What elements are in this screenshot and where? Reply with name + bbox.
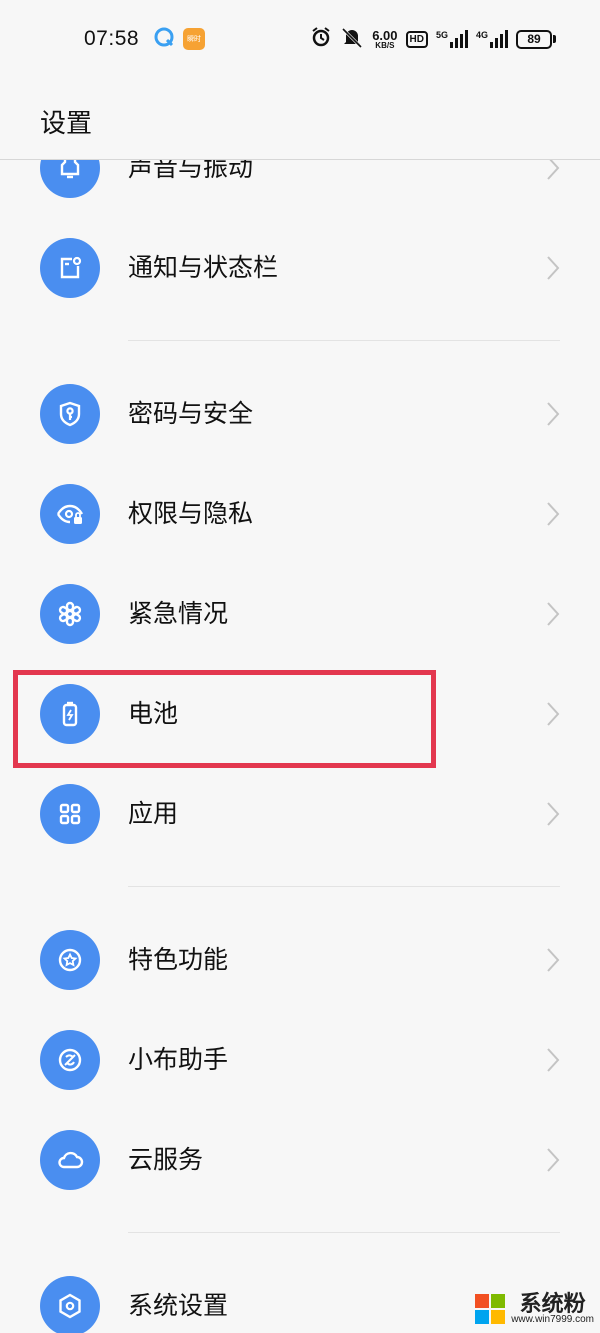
settings-item-label: 权限与隐私 [128, 499, 254, 528]
chevron-right-icon [547, 602, 560, 626]
settings-list: 声音与振动 通知与状态栏 密码与安全 权限与隐私 紧急情况 电池 应用 特色功能… [0, 0, 600, 1333]
settings-item-label: 电池 [128, 699, 179, 728]
settings-item-apps[interactable]: 应用 [0, 764, 600, 864]
page-title: 设置 [40, 109, 93, 139]
settings-item-features[interactable]: 特色功能 [0, 910, 600, 1010]
chevron-right-icon [547, 802, 560, 826]
settings-item-label: 应用 [128, 799, 179, 828]
settings-item-label: 通知与状态栏 [128, 253, 279, 282]
windows-logo-icon [475, 1294, 506, 1324]
battery-icon [40, 684, 100, 744]
chevron-right-icon [547, 256, 560, 280]
eye-lock-icon [40, 484, 100, 544]
watermark-url: www.win7999.com [511, 1314, 594, 1325]
watermark-text: 系统粉 [519, 1291, 586, 1317]
watermark: 系统粉 www.win7999.com [475, 1293, 594, 1325]
cloud-icon [40, 1130, 100, 1190]
shield-key-icon [40, 384, 100, 444]
grid-icon [40, 784, 100, 844]
settings-item-emergency[interactable]: 紧急情况 [0, 564, 600, 664]
section-divider [128, 1232, 560, 1233]
section-divider [128, 340, 560, 341]
asterisk-icon [40, 584, 100, 644]
chevron-right-icon [547, 1048, 560, 1072]
assistant-icon [40, 1030, 100, 1090]
chevron-right-icon [547, 948, 560, 972]
section-divider [128, 886, 560, 887]
star-icon [40, 930, 100, 990]
settings-item-label: 紧急情况 [128, 599, 229, 628]
settings-item-assistant[interactable]: 小布助手 [0, 1010, 600, 1110]
settings-item-notifications[interactable]: 通知与状态栏 [0, 218, 600, 318]
chevron-right-icon [547, 402, 560, 426]
settings-item-label: 云服务 [128, 1145, 204, 1174]
settings-item-cloud[interactable]: 云服务 [0, 1110, 600, 1210]
chevron-right-icon [547, 502, 560, 526]
hexagon-gear-icon [40, 1276, 100, 1333]
chevron-right-icon [547, 1148, 560, 1172]
settings-item-label: 特色功能 [128, 945, 229, 974]
page-header: 设置 [0, 78, 600, 160]
settings-item-label: 系统设置 [128, 1291, 229, 1320]
settings-item-label: 小布助手 [128, 1045, 229, 1074]
settings-item-password-security[interactable]: 密码与安全 [0, 364, 600, 464]
settings-item-privacy[interactable]: 权限与隐私 [0, 464, 600, 564]
notification-icon [40, 238, 100, 298]
settings-item-battery[interactable]: 电池 [0, 664, 600, 764]
chevron-right-icon [547, 702, 560, 726]
settings-item-label: 密码与安全 [128, 399, 254, 428]
